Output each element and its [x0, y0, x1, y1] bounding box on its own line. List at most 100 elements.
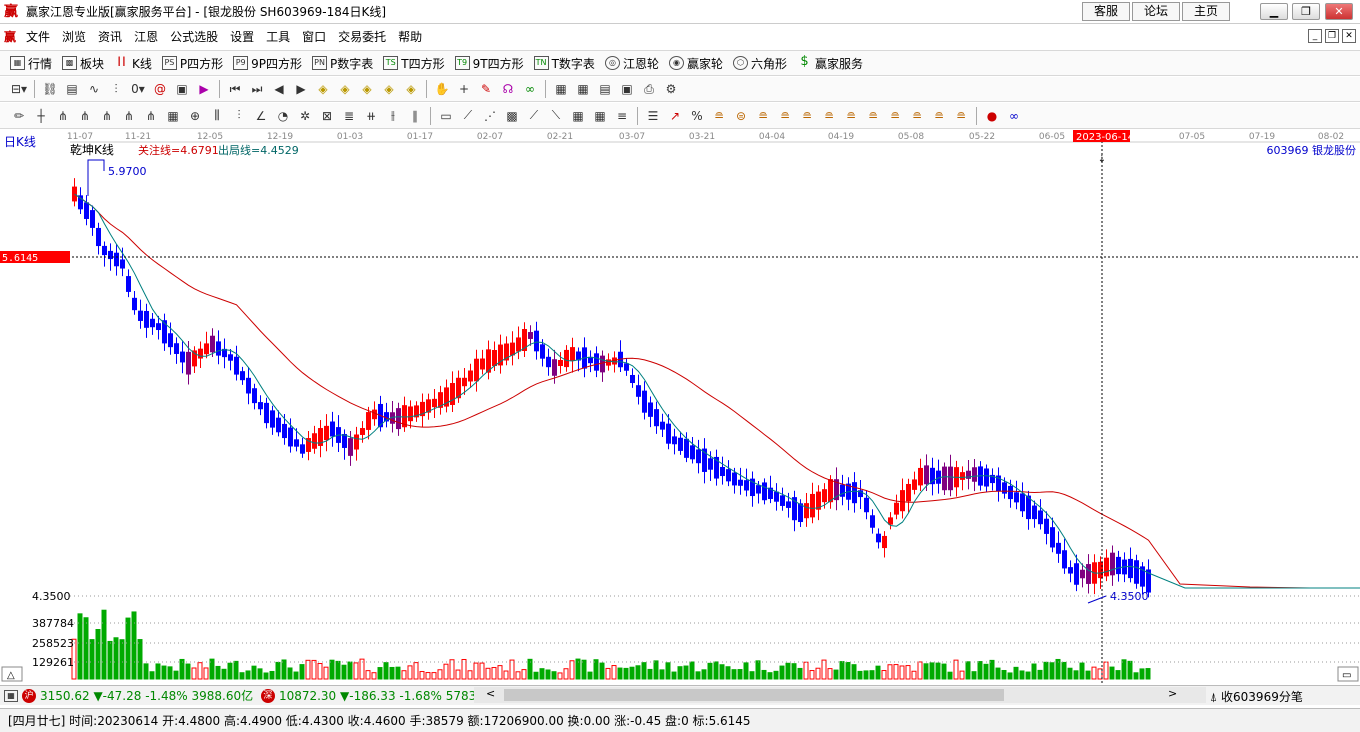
calendar-icon[interactable]: ▦	[551, 80, 571, 98]
rect-icon[interactable]: ▭	[436, 107, 456, 125]
zero-select-icon[interactable]: 0▾	[128, 80, 148, 98]
diamond3-icon[interactable]: ◈	[357, 80, 377, 98]
hash-icon[interactable]: ⧺	[361, 107, 381, 125]
p-table-button[interactable]: PN P数字表	[312, 55, 373, 72]
winner-service-button[interactable]: $ 赢家服务	[797, 55, 863, 72]
report-icon[interactable]: ▤	[595, 80, 615, 98]
next-icon[interactable]: ▶	[291, 80, 311, 98]
menu-settings[interactable]: 设置	[224, 28, 260, 45]
level5-icon[interactable]: ≘	[819, 107, 839, 125]
list-icon[interactable]: ☰	[643, 107, 663, 125]
bars-icon[interactable]: ⫶	[106, 80, 126, 98]
percent-icon[interactable]: %	[687, 107, 707, 125]
arc-icon[interactable]: ◔	[273, 107, 293, 125]
square-grid-icon[interactable]: ▩	[502, 107, 522, 125]
minimize-button[interactable]: ▁	[1260, 3, 1288, 20]
pencil-icon[interactable]: ✏	[9, 107, 29, 125]
scroll-left-icon[interactable]: <	[486, 687, 495, 700]
scrollbar-thumb[interactable]	[504, 689, 1004, 701]
level2-icon[interactable]: ≘	[753, 107, 773, 125]
coin-icon[interactable]: ⊜	[731, 107, 751, 125]
comb-icon[interactable]: ⫶	[229, 107, 249, 125]
homepage-link[interactable]: 主页	[1182, 2, 1230, 21]
ray-icon[interactable]: ⟍	[546, 107, 566, 125]
channel-icon[interactable]: ∥	[405, 107, 425, 125]
gann-wheel-button[interactable]: ◎ 江恩轮	[604, 55, 659, 72]
kline-chart[interactable]: 11-07 11-21 12-05 12-19 01-03 01-17 02-07 02-21…	[0, 129, 1360, 685]
hand-icon[interactable]: ✋	[432, 80, 452, 98]
mdi-restore-button[interactable]: ❐	[1325, 29, 1339, 43]
level8-icon[interactable]: ≘	[885, 107, 905, 125]
matrix-icon[interactable]: ▦	[590, 107, 610, 125]
horizontal-scrollbar[interactable]: < >	[474, 687, 1206, 703]
document-icon[interactable]: ▤	[62, 80, 82, 98]
quote-button[interactable]: ▦ 行情	[10, 55, 52, 72]
level6-icon[interactable]: ≘	[841, 107, 861, 125]
prev-icon[interactable]: ◀	[269, 80, 289, 98]
chain-icon[interactable]: ⛓	[40, 80, 60, 98]
fan3-icon[interactable]: ⋔	[97, 107, 117, 125]
table-icon[interactable]: ▦	[573, 80, 593, 98]
link-icon[interactable]: ∞	[520, 80, 540, 98]
t9-square-button[interactable]: T9 9T四方形	[454, 55, 524, 72]
save-icon[interactable]: ▣	[617, 80, 637, 98]
grid1-icon[interactable]: ▦	[163, 107, 183, 125]
menu-info[interactable]: 资讯	[92, 28, 128, 45]
menu-browse[interactable]: 浏览	[56, 28, 92, 45]
kline-chart-area[interactable]: 11-07 11-21 12-05 12-19 01-03 01-17 02-07 02-21…	[0, 129, 1360, 685]
pen-icon[interactable]: ✎	[476, 80, 496, 98]
angle-icon[interactable]: ∠	[251, 107, 271, 125]
menu-window[interactable]: 窗口	[296, 28, 332, 45]
box-icon[interactable]: ⊠	[317, 107, 337, 125]
settings-icon[interactable]: ⚙	[661, 80, 681, 98]
star-icon[interactable]: ✲	[295, 107, 315, 125]
lines-icon[interactable]: ⫲	[383, 107, 403, 125]
circle-icon[interactable]: ⊕	[185, 107, 205, 125]
ball-icon[interactable]: ●	[982, 107, 1002, 125]
tick-label-area[interactable]: ⍋ 收603969分笔	[1210, 688, 1303, 705]
close-button[interactable]: ✕	[1325, 3, 1353, 20]
last-icon[interactable]: ⏭	[247, 80, 267, 98]
diamond1-icon[interactable]: ◈	[313, 80, 333, 98]
winner-wheel-button[interactable]: ◉ 赢家轮	[668, 55, 723, 72]
wave-icon[interactable]: ∿	[84, 80, 104, 98]
trend-icon[interactable]: ⟋	[458, 107, 478, 125]
customer-service-link[interactable]: 客服	[1082, 2, 1130, 21]
fan1-icon[interactable]: ⋔	[53, 107, 73, 125]
level9-icon[interactable]: ≘	[907, 107, 927, 125]
menu-help[interactable]: 帮助	[392, 28, 428, 45]
sector-button[interactable]: ▩ 板块	[62, 55, 104, 72]
level10-icon[interactable]: ≘	[929, 107, 949, 125]
menu-trade[interactable]: 交易委托	[332, 28, 392, 45]
infinity-icon[interactable]: ∞	[1004, 107, 1024, 125]
diamond4-icon[interactable]: ◈	[379, 80, 399, 98]
period-select-icon[interactable]: ⊟▾	[9, 80, 29, 98]
diamond2-icon[interactable]: ◈	[335, 80, 355, 98]
first-icon[interactable]: ⏮	[225, 80, 245, 98]
maximize-button[interactable]: ❐	[1292, 3, 1320, 20]
mdi-close-button[interactable]: ✕	[1342, 29, 1356, 43]
p9-square-button[interactable]: P9 9P四方形	[233, 55, 302, 72]
level3-icon[interactable]: ≘	[775, 107, 795, 125]
fan4-icon[interactable]: ⋔	[119, 107, 139, 125]
crosshair-icon[interactable]: +	[454, 80, 474, 98]
p-square-button[interactable]: PS P四方形	[161, 55, 223, 72]
stripes-icon[interactable]: ≡	[612, 107, 632, 125]
menu-formula[interactable]: 公式选股	[164, 28, 224, 45]
cycle-icon[interactable]: ⫼	[207, 107, 227, 125]
mdi-minimize-button[interactable]: _	[1308, 29, 1322, 43]
level4-icon[interactable]: ≘	[797, 107, 817, 125]
scroll-right-icon[interactable]: >	[1168, 687, 1177, 700]
grid-icon[interactable]: ▦	[4, 689, 18, 702]
level7-icon[interactable]: ≘	[863, 107, 883, 125]
level11-icon[interactable]: ≘	[951, 107, 971, 125]
vline-icon[interactable]: ┼	[31, 107, 51, 125]
percent-arrow-icon[interactable]: ↗	[665, 107, 685, 125]
screen-icon[interactable]: ▣	[172, 80, 192, 98]
table-grid-icon[interactable]: ▦	[568, 107, 588, 125]
spiral-icon[interactable]: @	[150, 80, 170, 98]
shape-icon[interactable]: ☊	[498, 80, 518, 98]
forum-link[interactable]: 论坛	[1132, 2, 1180, 21]
fib-icon[interactable]: ≣	[339, 107, 359, 125]
menu-tools[interactable]: 工具	[260, 28, 296, 45]
